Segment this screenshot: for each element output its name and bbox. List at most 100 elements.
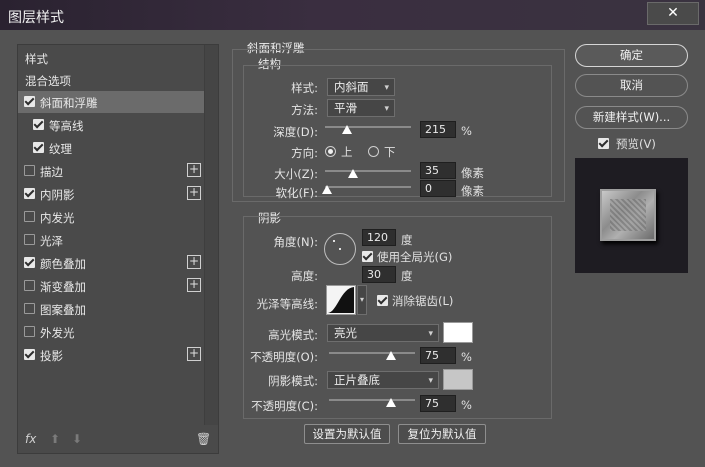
angle-input[interactable]: 120 bbox=[362, 229, 396, 246]
highlight-mode-dropdown[interactable]: 亮光 ▾ bbox=[327, 324, 439, 342]
technique-value: 平滑 bbox=[334, 101, 357, 115]
shadow-opacity-slider-thumb[interactable] bbox=[386, 398, 396, 407]
list-item-color-overlay[interactable]: 颜色叠加 + bbox=[18, 252, 204, 274]
gloss-contour-dropdown[interactable]: ▾ bbox=[357, 285, 367, 315]
shadow-mode-label: 阴影模式: bbox=[268, 374, 318, 388]
move-up-icon[interactable]: ⬆ bbox=[50, 432, 60, 446]
list-item-label: 内发光 bbox=[40, 211, 75, 225]
shadow-mode-value: 正片叠底 bbox=[334, 373, 380, 387]
list-item-outer-glow[interactable]: 外发光 bbox=[18, 321, 204, 343]
list-item-label: 渐变叠加 bbox=[40, 280, 86, 294]
list-scrollbar[interactable] bbox=[204, 45, 218, 425]
style-dropdown[interactable]: 内斜面 ▾ bbox=[327, 78, 395, 96]
technique-dropdown[interactable]: 平滑 ▾ bbox=[327, 99, 395, 117]
soften-slider-thumb[interactable] bbox=[322, 185, 332, 194]
depth-slider-track[interactable] bbox=[325, 126, 411, 128]
list-item-label: 等高线 bbox=[49, 119, 84, 133]
list-item-label: 颜色叠加 bbox=[40, 257, 86, 271]
new-style-button[interactable]: 新建样式(W)... bbox=[575, 106, 688, 129]
pattern-overlay-checkbox[interactable] bbox=[24, 303, 35, 314]
chevron-down-icon: ▾ bbox=[384, 83, 389, 93]
cancel-button[interactable]: 取消 bbox=[575, 74, 688, 97]
angle-unit: 度 bbox=[401, 233, 413, 247]
size-slider-thumb[interactable] bbox=[348, 169, 358, 178]
anti-aliased-checkbox[interactable] bbox=[377, 295, 388, 306]
direction-up-radio[interactable] bbox=[325, 146, 336, 157]
list-item-bevel-emboss[interactable]: 斜面和浮雕 bbox=[18, 91, 204, 113]
depth-slider-thumb[interactable] bbox=[342, 125, 352, 134]
add-gradient-overlay-button[interactable]: + bbox=[187, 278, 201, 292]
depth-input[interactable]: 215 bbox=[420, 121, 456, 138]
add-inner-shadow-button[interactable]: + bbox=[187, 186, 201, 200]
soften-input[interactable]: 0 bbox=[420, 180, 456, 197]
move-down-icon[interactable]: ⬇ bbox=[72, 432, 82, 446]
highlight-mode-label: 高光模式: bbox=[268, 328, 318, 342]
list-item-label: 描边 bbox=[40, 165, 63, 179]
list-item-label: 混合选项 bbox=[25, 74, 71, 88]
highlight-opacity-label: 不透明度(O): bbox=[250, 350, 318, 364]
color-overlay-checkbox[interactable] bbox=[24, 257, 35, 268]
highlight-opacity-slider-thumb[interactable] bbox=[386, 351, 396, 360]
reset-default-button[interactable]: 复位为默认值 bbox=[398, 424, 486, 444]
satin-checkbox[interactable] bbox=[24, 234, 35, 245]
list-item-blending-options[interactable]: 混合选项 bbox=[18, 69, 204, 91]
list-item-pattern-overlay[interactable]: 图案叠加 bbox=[18, 298, 204, 320]
style-preview-thumbnail bbox=[575, 158, 688, 273]
gloss-contour-picker[interactable] bbox=[326, 285, 356, 315]
global-light-checkbox[interactable] bbox=[362, 251, 373, 262]
list-item-label: 纹理 bbox=[49, 142, 72, 156]
list-item-satin[interactable]: 光泽 bbox=[18, 229, 204, 251]
list-item-contour[interactable]: 等高线 bbox=[18, 114, 204, 136]
embossed-tile-image bbox=[600, 189, 656, 241]
list-item-drop-shadow[interactable]: 投影 + bbox=[18, 344, 204, 366]
add-drop-shadow-button[interactable]: + bbox=[187, 347, 201, 361]
soften-slider-track[interactable] bbox=[325, 186, 411, 188]
size-unit: 像素 bbox=[461, 166, 484, 180]
texture-checkbox[interactable] bbox=[33, 142, 44, 153]
add-color-overlay-button[interactable]: + bbox=[187, 255, 201, 269]
close-button[interactable]: ✕ bbox=[647, 2, 699, 25]
trash-icon[interactable]: 🗑 bbox=[196, 432, 211, 446]
preview-label: 预览(V) bbox=[616, 137, 656, 151]
contour-checkbox[interactable] bbox=[33, 119, 44, 130]
angle-dial[interactable] bbox=[324, 233, 356, 265]
shadow-color-swatch[interactable] bbox=[443, 369, 473, 390]
shadow-mode-dropdown[interactable]: 正片叠底 ▾ bbox=[327, 371, 439, 389]
direction-down-radio[interactable] bbox=[368, 146, 379, 157]
highlight-opacity-input[interactable]: 75 bbox=[420, 347, 456, 364]
add-stroke-button[interactable]: + bbox=[187, 163, 201, 177]
stroke-checkbox[interactable] bbox=[24, 165, 35, 176]
highlight-opacity-slider-track[interactable] bbox=[329, 352, 415, 354]
drop-shadow-checkbox[interactable] bbox=[24, 349, 35, 360]
shadow-opacity-unit: % bbox=[461, 398, 472, 412]
inner-shadow-checkbox[interactable] bbox=[24, 188, 35, 199]
chevron-down-icon: ▾ bbox=[428, 329, 433, 339]
preview-checkbox[interactable] bbox=[598, 138, 609, 149]
gradient-overlay-checkbox[interactable] bbox=[24, 280, 35, 291]
highlight-color-swatch[interactable] bbox=[443, 322, 473, 343]
list-toolbar: fx ⬆ ⬇ 🗑 bbox=[18, 426, 218, 454]
list-item-texture[interactable]: 纹理 bbox=[18, 137, 204, 159]
list-item-inner-glow[interactable]: 内发光 bbox=[18, 206, 204, 228]
ok-button[interactable]: 确定 bbox=[575, 44, 688, 67]
angle-dial-center bbox=[339, 248, 341, 250]
direction-label: 方向: bbox=[291, 146, 318, 160]
bevel-emboss-checkbox[interactable] bbox=[24, 96, 35, 107]
size-slider-track[interactable] bbox=[325, 170, 411, 172]
highlight-mode-value: 亮光 bbox=[334, 326, 357, 340]
make-default-button[interactable]: 设置为默认值 bbox=[304, 424, 390, 444]
fx-icon[interactable]: fx bbox=[25, 432, 36, 446]
outer-glow-checkbox[interactable] bbox=[24, 326, 35, 337]
inner-glow-checkbox[interactable] bbox=[24, 211, 35, 222]
shadow-opacity-slider-track[interactable] bbox=[329, 399, 415, 401]
list-item-gradient-overlay[interactable]: 渐变叠加 + bbox=[18, 275, 204, 297]
altitude-input[interactable]: 30 bbox=[362, 266, 396, 283]
altitude-unit: 度 bbox=[401, 269, 413, 283]
shadow-opacity-input[interactable]: 75 bbox=[420, 395, 456, 412]
list-item-styles[interactable]: 样式 bbox=[18, 47, 204, 69]
size-input[interactable]: 35 bbox=[420, 162, 456, 179]
list-item-inner-shadow[interactable]: 内阴影 + bbox=[18, 183, 204, 205]
title-bar: 图层样式 ✕ bbox=[0, 0, 705, 30]
list-item-stroke[interactable]: 描边 + bbox=[18, 160, 204, 182]
contour-curve-icon bbox=[328, 287, 354, 313]
